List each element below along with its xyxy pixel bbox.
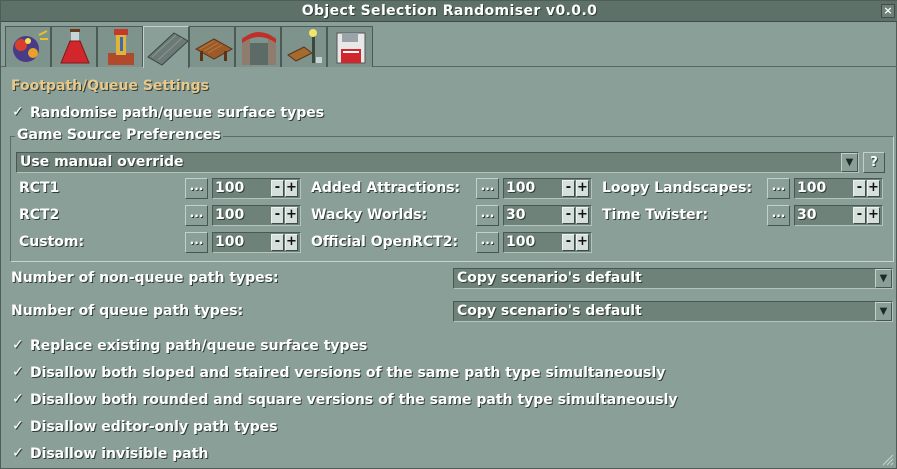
source-weight-wacky-worlds[interactable]: 30 - +: [503, 205, 592, 226]
source-weight-value: 100: [797, 180, 827, 196]
game-source-mode-value: Use manual override: [20, 154, 184, 170]
source-dots-button-custom[interactable]: ...: [185, 232, 208, 253]
tab-scenery[interactable]: [5, 26, 51, 67]
floppy-disk-icon: [336, 32, 366, 64]
source-label-official-openrct2: Official OpenRCT2:: [311, 234, 459, 250]
flask-icon: [60, 29, 90, 64]
source-dots-button-rct2[interactable]: ...: [185, 205, 208, 226]
source-weight-value: 30: [506, 207, 526, 223]
disallow-rounded-square-label: Disallow both rounded and square version…: [30, 392, 678, 408]
decrement-button[interactable]: -: [271, 207, 284, 224]
source-weight-rct2[interactable]: 100 - +: [212, 205, 301, 226]
source-dots-button-added-attractions[interactable]: ...: [476, 178, 499, 199]
game-source-mode-dropdown[interactable]: Use manual override ▼: [16, 152, 859, 173]
source-label-wacky-worlds: Wacky Worlds:: [311, 207, 428, 223]
footpath-icon: [147, 32, 188, 66]
increment-button[interactable]: +: [285, 180, 298, 197]
randomiser-window: Object Selection Randomiser v0.0.0 × Foo…: [0, 0, 897, 469]
source-dots-button-rct1[interactable]: ...: [185, 178, 208, 199]
resize-grip-icon[interactable]: [880, 452, 894, 466]
source-weight-value: 100: [215, 234, 245, 250]
replace-existing-label: Replace existing path/queue surface type…: [30, 338, 368, 354]
chevron-down-icon[interactable]: ▼: [875, 302, 892, 321]
increment-button[interactable]: +: [867, 207, 880, 224]
decrement-button[interactable]: -: [562, 180, 575, 197]
source-weight-value: 100: [215, 207, 245, 223]
decrement-button[interactable]: -: [853, 207, 866, 224]
tab-rides[interactable]: [97, 26, 143, 67]
decrement-button[interactable]: -: [562, 207, 575, 224]
decrement-button[interactable]: -: [562, 234, 575, 251]
replace-existing-checkbox[interactable]: [11, 337, 25, 354]
fireworks-icon: [13, 30, 48, 62]
source-label-time-twister: Time Twister:: [602, 207, 709, 223]
increment-button[interactable]: +: [867, 180, 880, 197]
increment-button[interactable]: +: [285, 234, 298, 251]
help-button[interactable]: ?: [863, 152, 885, 173]
decrement-button[interactable]: -: [271, 180, 284, 197]
source-weight-official-openrct2[interactable]: 100 - +: [503, 232, 592, 253]
tab-research[interactable]: [51, 26, 97, 67]
increment-button[interactable]: +: [576, 207, 589, 224]
queue-count-dropdown[interactable]: Copy scenario's default ▼: [453, 301, 893, 322]
disallow-invisible-label: Disallow invisible path: [30, 446, 209, 462]
source-weight-rct1[interactable]: 100 - +: [212, 178, 301, 199]
chevron-down-icon[interactable]: ▼: [875, 269, 892, 288]
source-label-rct2: RCT2: [19, 207, 60, 223]
tab-strip: [1, 23, 897, 68]
increment-button[interactable]: +: [576, 234, 589, 251]
increment-button[interactable]: +: [285, 207, 298, 224]
tab-footpath[interactable]: [143, 26, 189, 68]
source-weight-value: 30: [797, 207, 817, 223]
tab-save[interactable]: [327, 26, 373, 67]
game-source-title: Game Source Preferences: [15, 127, 223, 143]
queue-count-value: Copy scenario's default: [457, 303, 642, 319]
non-queue-count-value: Copy scenario's default: [457, 270, 642, 286]
tab-path-items[interactable]: [281, 26, 327, 67]
non-queue-count-label: Number of non-queue path types:: [11, 270, 279, 286]
source-label-rct1: RCT1: [19, 180, 60, 196]
chevron-down-icon[interactable]: ▼: [841, 153, 858, 172]
source-label-custom: Custom:: [19, 234, 85, 250]
randomise-surface-label: Randomise path/queue surface types: [30, 105, 325, 121]
source-weight-value: 100: [506, 234, 536, 250]
source-dots-button-wacky-worlds[interactable]: ...: [476, 205, 499, 226]
source-label-loopy-landscapes: Loopy Landscapes:: [602, 180, 753, 196]
queue-count-label: Number of queue path types:: [11, 303, 244, 319]
lamp-bench-icon: [287, 29, 322, 63]
source-label-added-attractions: Added Attractions:: [311, 180, 461, 196]
source-weight-loopy-landscapes[interactable]: 100 - +: [794, 178, 883, 199]
window-title: Object Selection Randomiser v0.0.0: [301, 3, 598, 19]
decrement-button[interactable]: -: [271, 234, 284, 251]
source-weight-time-twister[interactable]: 30 - +: [794, 205, 883, 226]
disallow-editor-only-checkbox[interactable]: [11, 418, 25, 435]
disallow-invisible-checkbox[interactable]: [11, 445, 25, 462]
source-dots-button-time-twister[interactable]: ...: [767, 205, 790, 226]
disallow-editor-only-label: Disallow editor-only path types: [30, 419, 278, 435]
close-icon[interactable]: ×: [881, 4, 895, 18]
bench-icon: [194, 38, 234, 61]
source-dots-button-official-openrct2[interactable]: ...: [476, 232, 499, 253]
section-heading: Footpath/Queue Settings: [11, 78, 209, 94]
decrement-button[interactable]: -: [853, 180, 866, 197]
source-dots-button-loopy-landscapes[interactable]: ...: [767, 178, 790, 199]
disallow-sloped-staired-label: Disallow both sloped and staired version…: [30, 365, 666, 381]
non-queue-count-dropdown[interactable]: Copy scenario's default ▼: [453, 268, 893, 289]
tab-entrance[interactable]: [235, 26, 281, 67]
source-weight-custom[interactable]: 100 - +: [212, 232, 301, 253]
increment-button[interactable]: +: [576, 180, 589, 197]
title-bar[interactable]: Object Selection Randomiser v0.0.0 ×: [1, 1, 897, 22]
disallow-rounded-square-checkbox[interactable]: [11, 391, 25, 408]
source-weight-value: 100: [506, 180, 536, 196]
disallow-sloped-staired-checkbox[interactable]: [11, 364, 25, 381]
randomise-surface-checkbox[interactable]: [11, 104, 25, 121]
ride-tower-icon: [108, 29, 134, 65]
source-weight-added-attractions[interactable]: 100 - +: [503, 178, 592, 199]
tab-benches[interactable]: [189, 26, 235, 67]
source-weight-value: 100: [215, 180, 245, 196]
park-entrance-icon: [242, 32, 276, 65]
